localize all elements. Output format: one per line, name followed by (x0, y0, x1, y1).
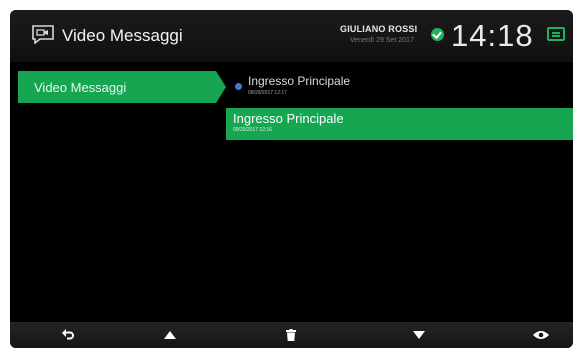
message-title: Ingresso Principale (233, 111, 344, 126)
back-button[interactable] (48, 322, 88, 348)
view-button[interactable] (521, 322, 561, 348)
device-screen: Video Messaggi GIULIANO ROSSI Venerdì 29… (10, 10, 573, 348)
message-timestamp: 09/29/2017 12:17 (248, 90, 287, 96)
message-icon[interactable] (547, 27, 565, 41)
header-bar: Video Messaggi GIULIANO ROSSI Venerdì 29… (10, 10, 573, 62)
bottom-toolbar (10, 322, 573, 348)
triangle-up-icon (164, 331, 176, 339)
back-arrow-icon (62, 329, 74, 340)
page-title: Video Messaggi (62, 26, 183, 45)
scroll-down-button[interactable] (399, 322, 439, 348)
main-content: Video Messaggi Ingresso Principale 09/29… (10, 62, 573, 322)
trash-icon (286, 329, 296, 341)
sidebar-item-label: Video Messaggi (34, 80, 127, 95)
list-item[interactable]: Ingresso Principale 09/29/2017 12:17 (226, 71, 573, 103)
clock: 14:18 (451, 18, 534, 53)
video-message-icon (32, 25, 54, 44)
triangle-down-icon (413, 331, 425, 339)
list-item-selected[interactable]: Ingresso Principale 09/29/2017 12:16 (226, 108, 573, 140)
message-timestamp: 09/29/2017 12:16 (233, 127, 272, 133)
user-name: GIULIANO ROSSI (340, 24, 418, 34)
online-check-icon (431, 28, 444, 41)
unread-indicator (235, 83, 242, 90)
current-date: Venerdì 29 Set 2017 (350, 37, 414, 44)
eye-icon (533, 331, 549, 339)
message-title: Ingresso Principale (248, 74, 351, 88)
scroll-up-button[interactable] (150, 322, 190, 348)
sidebar-item-video-messaggi[interactable]: Video Messaggi (18, 71, 226, 103)
delete-button[interactable] (271, 322, 311, 348)
